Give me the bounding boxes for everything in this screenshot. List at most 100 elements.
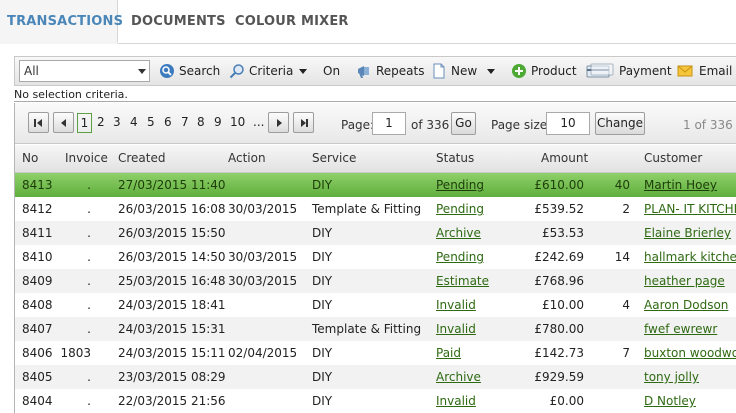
column-header-customer[interactable]: Customer — [644, 145, 702, 172]
page-number-current[interactable]: 1 — [77, 113, 92, 133]
cell-amount: £0.00 — [549, 394, 584, 408]
cell-status-link[interactable]: Invalid — [436, 317, 476, 341]
page-number[interactable]: 9 — [214, 115, 222, 129]
cell-no: 8410 — [22, 250, 53, 264]
filter-select[interactable]: All — [19, 60, 150, 82]
table-row[interactable]: 8404. 22/03/2015 21:56 DIY Invalid £0.00 D No… — [15, 389, 736, 413]
last-page-button[interactable] — [293, 112, 314, 133]
cell-customer-link[interactable]: Elaine Brierley — [644, 221, 731, 245]
table-row[interactable]: 8412. 26/03/2015 16:08 30/03/2015 Template … — [15, 197, 736, 221]
page-size-input[interactable]: 10 — [546, 112, 590, 135]
table-row[interactable]: 8406 1803 24/03/2015 15:11 02/04/2015 DIY Pai… — [15, 341, 736, 365]
page-number[interactable]: 4 — [130, 115, 138, 129]
cell-no: 8409 — [22, 274, 53, 288]
table-header: No Invoice Created Action Service Status… — [15, 145, 736, 173]
cell-service: DIY — [312, 346, 333, 360]
cell-service: DIY — [312, 178, 333, 192]
cell-customer-link[interactable]: tony jolly — [644, 365, 699, 389]
cell-customer-link[interactable]: fwef ewrewr — [644, 317, 717, 341]
table-row[interactable]: 8413. 27/03/2015 11:40 DIY Pending £610.00 40… — [15, 173, 736, 197]
table-row[interactable]: 8405. 23/03/2015 08:29 DIY Archive £929.59 to… — [15, 365, 736, 389]
cell-count — [605, 389, 630, 413]
cell-customer-link[interactable]: D Notley — [644, 389, 696, 413]
cell-created: 27/03/2015 11:40 — [118, 178, 226, 192]
cell-action: 02/04/2015 — [228, 346, 298, 360]
table-row[interactable]: 8408. 24/03/2015 18:41 DIY Invalid £10.00 4 Aa… — [15, 293, 736, 317]
pager-info: 1 of 336 T — [683, 118, 736, 132]
page-number[interactable]: 10 — [230, 115, 245, 129]
page-number[interactable]: 6 — [164, 115, 172, 129]
cell-invoice: 1803 — [60, 346, 91, 360]
magnifier-icon — [229, 64, 244, 79]
on-button[interactable]: On — [323, 57, 340, 85]
column-header-status[interactable]: Status — [436, 145, 474, 172]
cell-status-link[interactable]: Pending — [436, 197, 484, 221]
cell-amount: £610.00 — [534, 178, 584, 192]
cell-status-link[interactable]: Paid — [436, 341, 461, 365]
cell-invoice: . — [87, 226, 91, 240]
chevron-down-icon — [299, 69, 307, 74]
cell-no: 8412 — [22, 202, 53, 216]
column-header-invoice[interactable]: Invoice — [65, 145, 108, 172]
cell-status-link[interactable]: Archive — [436, 365, 481, 389]
previous-page-button[interactable] — [53, 112, 74, 133]
cell-amount: £242.69 — [534, 250, 584, 264]
cell-status-link[interactable]: Invalid — [436, 389, 476, 413]
tab-transactions[interactable]: TRANSACTIONS — [0, 0, 123, 44]
column-header-service[interactable]: Service — [312, 145, 356, 172]
cell-no: 8411 — [22, 226, 53, 240]
tab-colour-mixer[interactable]: COLOUR MIXER — [235, 0, 349, 44]
page-number[interactable]: 5 — [147, 115, 155, 129]
cell-count — [605, 365, 630, 389]
cell-created: 25/03/2015 16:48 — [118, 274, 226, 288]
page-ellipsis[interactable]: ... — [253, 115, 264, 129]
cell-created: 22/03/2015 21:56 — [118, 394, 226, 408]
page-input[interactable]: 1 — [372, 112, 406, 135]
cell-invoice: . — [87, 394, 91, 408]
next-page-button[interactable] — [268, 112, 289, 133]
page-number[interactable]: 7 — [181, 115, 189, 129]
column-header-amount[interactable]: Amount — [541, 145, 588, 172]
chevron-down-icon — [487, 69, 495, 74]
page-number[interactable]: 2 — [97, 115, 105, 129]
page-number[interactable]: 3 — [113, 115, 121, 129]
go-button[interactable]: Go — [451, 112, 476, 135]
page-number[interactable]: 8 — [197, 115, 205, 129]
cell-customer-link[interactable]: heather page — [644, 269, 725, 293]
cell-status-link[interactable]: Pending — [436, 245, 484, 269]
table-row[interactable]: 8409. 25/03/2015 16:48 30/03/2015 DIY Estima… — [15, 269, 736, 293]
cell-service: DIY — [312, 298, 333, 312]
cell-created: 26/03/2015 16:08 — [118, 202, 226, 216]
cell-count: 7 — [622, 346, 630, 360]
column-header-created[interactable]: Created — [118, 145, 166, 172]
table-row[interactable]: 8411. 26/03/2015 15:50 DIY Archive £53.53 Ela… — [15, 221, 736, 245]
tab-documents[interactable]: DOCUMENTS — [131, 0, 226, 44]
cell-customer-link[interactable]: hallmark kitchen d — [644, 245, 736, 269]
cell-customer-link[interactable]: Martin Hoey — [644, 173, 717, 197]
cell-customer-link[interactable]: Aaron Dodson — [644, 293, 728, 317]
cell-status-link[interactable]: Pending — [436, 173, 484, 197]
page-label: Page: — [341, 118, 375, 132]
cell-status-link[interactable]: Invalid — [436, 293, 476, 317]
cell-customer-link[interactable]: PLAN- IT KITCHEN — [644, 197, 736, 221]
cell-amount: £768.96 — [534, 274, 584, 288]
cell-action: 30/03/2015 — [228, 250, 298, 264]
cell-amount: £10.00 — [542, 298, 584, 312]
table-row[interactable]: 8410. 26/03/2015 14:50 30/03/2015 DIY Pendin… — [15, 245, 736, 269]
cell-invoice: . — [87, 274, 91, 288]
column-header-no[interactable]: No — [22, 145, 38, 172]
cell-service: Template & Fitting — [312, 322, 422, 336]
cell-no: 8406 — [22, 346, 53, 360]
cell-customer-link[interactable]: buxton woodwork — [644, 341, 736, 365]
change-button[interactable]: Change — [595, 112, 645, 135]
envelope-icon — [677, 65, 693, 77]
cell-count — [605, 221, 630, 245]
column-header-action[interactable]: Action — [228, 145, 266, 172]
cell-status-link[interactable]: Archive — [436, 221, 481, 245]
first-page-button[interactable] — [28, 112, 49, 133]
table-row[interactable]: 8407. 24/03/2015 15:31 Template & Fitting I… — [15, 317, 736, 341]
cell-service: DIY — [312, 250, 333, 264]
cell-status-link[interactable]: Estimate — [436, 269, 489, 293]
toolbar: All Search Criteria On Repeats New Produ… — [14, 56, 736, 86]
filter-select-value: All — [24, 64, 39, 78]
